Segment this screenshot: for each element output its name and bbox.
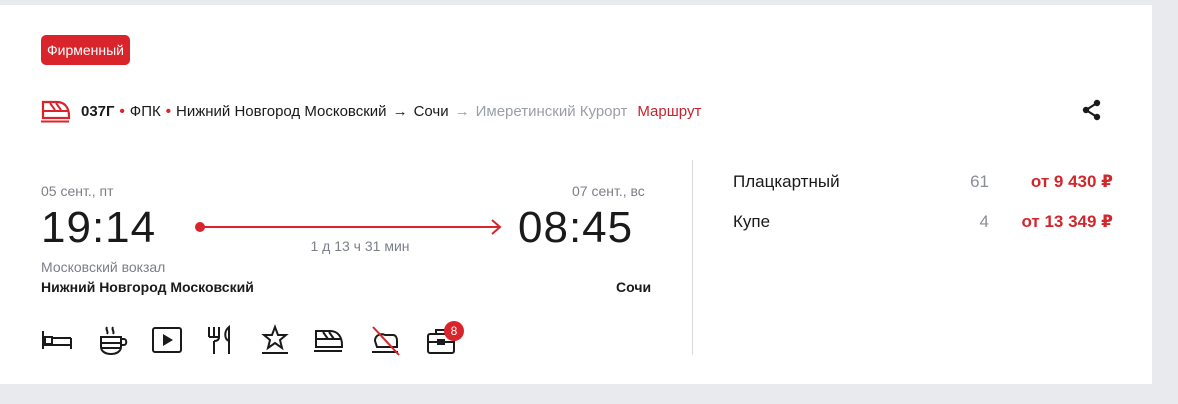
share-icon bbox=[1082, 99, 1101, 121]
arrival-station: Сочи bbox=[616, 279, 652, 295]
journey-timeline bbox=[195, 219, 502, 235]
video-icon[interactable] bbox=[151, 323, 183, 357]
star-icon[interactable] bbox=[259, 323, 291, 357]
departure-time: 19:14 bbox=[41, 203, 157, 252]
column-divider bbox=[692, 160, 693, 355]
restaurant-icon[interactable] bbox=[205, 323, 237, 357]
departure-station: Нижний Новгород Московский bbox=[41, 279, 254, 295]
fare-seats: 61 bbox=[970, 172, 989, 191]
coffee-icon[interactable] bbox=[97, 323, 129, 357]
branded-train-badge: Фирменный bbox=[41, 35, 131, 65]
amenities-count-badge: 8 bbox=[444, 321, 464, 341]
arrival-date: 07 сент., вс bbox=[572, 183, 645, 199]
fare-class: Плацкартный bbox=[733, 172, 840, 191]
route-from: Нижний Новгород Московский bbox=[176, 102, 387, 120]
route-arrow-grey: → bbox=[454, 102, 470, 120]
train-icon bbox=[41, 100, 71, 123]
fare-row-platzkart[interactable]: Плацкартный 61 от 9 430 ₽ bbox=[733, 172, 1113, 196]
carrier-name: ФПК bbox=[129, 102, 161, 120]
departure-station-detail: Московский вокзал bbox=[41, 259, 166, 275]
separator-dot: • bbox=[119, 102, 125, 120]
separator-dot: • bbox=[165, 102, 171, 120]
route-link[interactable]: Маршрут bbox=[637, 103, 701, 120]
train-number: 037Г bbox=[81, 102, 115, 120]
train-card: Фирменный 037Г • ФПК • Нижний Новгород М… bbox=[0, 5, 1152, 384]
travel-duration: 1 д 13 ч 31 мин bbox=[310, 238, 410, 254]
departure-date: 05 сент., пт bbox=[41, 183, 114, 199]
fare-price[interactable]: от 13 349 ₽ bbox=[1021, 212, 1113, 232]
route-final-destination: Имеретинский Курорт bbox=[475, 102, 628, 120]
fare-row-kupe[interactable]: Купе 4 от 13 349 ₽ bbox=[733, 212, 1113, 236]
route-to: Сочи bbox=[413, 102, 449, 120]
no-pets-icon[interactable] bbox=[369, 323, 401, 357]
bed-icon[interactable] bbox=[41, 323, 73, 357]
route-arrow: → bbox=[392, 102, 408, 120]
share-button[interactable] bbox=[1080, 98, 1104, 122]
fare-price[interactable]: от 9 430 ₽ bbox=[1031, 172, 1113, 192]
train-icon[interactable] bbox=[313, 323, 345, 357]
arrival-time: 08:45 bbox=[518, 203, 634, 252]
fare-seats: 4 bbox=[979, 212, 989, 231]
fare-class: Купе bbox=[733, 212, 771, 231]
route-info: 037Г • ФПК • Нижний Новгород Московский … bbox=[41, 99, 701, 123]
